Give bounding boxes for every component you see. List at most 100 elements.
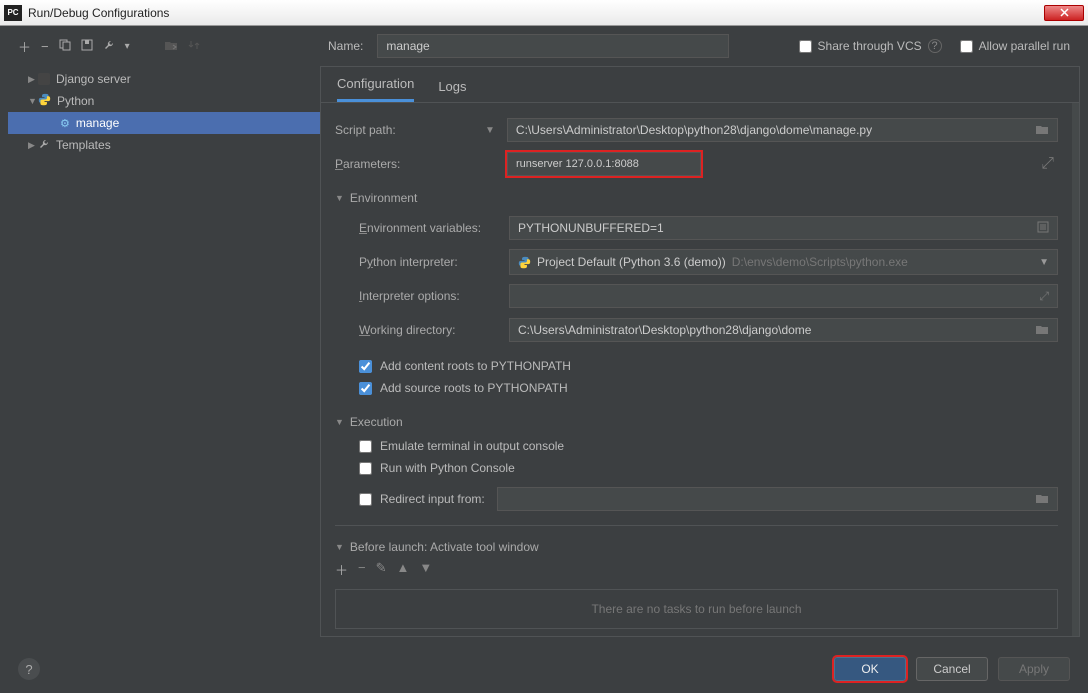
script-path-input[interactable]: C:\Users\Administrator\Desktop\python28\… xyxy=(507,118,1058,142)
chevron-down-icon: ▼ xyxy=(28,96,38,106)
no-tasks-text: There are no tasks to run before launch xyxy=(591,602,801,616)
tree-django-server[interactable]: ▶ Django server xyxy=(8,68,320,90)
folder-icon[interactable] xyxy=(1035,123,1049,138)
tree-label: Templates xyxy=(56,138,111,152)
section-title: Before launch: Activate tool window xyxy=(350,540,539,554)
parameters-value: runserver 127.0.0.1:8088 xyxy=(516,158,639,170)
up-icon: ▲ xyxy=(397,560,410,579)
sort-icon xyxy=(188,39,200,54)
tree-manage[interactable]: ⚙ manage xyxy=(8,112,320,134)
add-content-roots-checkbox[interactable] xyxy=(359,360,372,373)
environment-section[interactable]: ▼ Environment xyxy=(335,191,1058,205)
wrench-icon xyxy=(38,138,50,153)
redirect-input-label: Redirect input from: xyxy=(380,492,485,506)
run-with-console-checkbox[interactable] xyxy=(359,462,372,475)
apply-button[interactable]: Apply xyxy=(998,657,1070,681)
tab-logs[interactable]: Logs xyxy=(438,79,466,102)
section-title: Execution xyxy=(350,415,403,429)
copy-icon[interactable] xyxy=(59,39,71,54)
script-path-label: Script path: xyxy=(335,123,485,137)
execution-section[interactable]: ▼ Execution xyxy=(335,415,1058,429)
script-path-mode-dropdown[interactable]: ▼ xyxy=(485,125,495,136)
script-path-value: C:\Users\Administrator\Desktop\python28\… xyxy=(516,123,872,137)
chevron-right-icon: ▶ xyxy=(28,74,38,85)
before-launch-section[interactable]: ▼ Before launch: Activate tool window xyxy=(335,540,1058,554)
before-launch-toolbar: ＋ − ✎ ▲ ▼ xyxy=(335,560,1058,579)
folder-icon[interactable] xyxy=(1035,492,1049,507)
remove-icon: − xyxy=(358,560,366,579)
share-vcs-box[interactable] xyxy=(799,40,812,53)
workdir-label: Working directory: xyxy=(359,323,509,337)
list-icon[interactable] xyxy=(1037,221,1049,236)
python-icon xyxy=(38,93,51,109)
before-launch-list: There are no tasks to run before launch xyxy=(335,589,1058,629)
env-vars-label: Environment variables: xyxy=(359,221,509,235)
interpreter-name: Project Default (Python 3.6 (demo)) xyxy=(537,255,726,269)
workdir-input[interactable]: C:\Users\Administrator\Desktop\python28\… xyxy=(509,318,1058,342)
env-vars-value: PYTHONUNBUFFERED=1 xyxy=(518,221,664,235)
cancel-button[interactable]: Cancel xyxy=(916,657,988,681)
tab-configuration[interactable]: Configuration xyxy=(337,76,414,102)
close-button[interactable] xyxy=(1044,5,1084,21)
name-input[interactable] xyxy=(377,34,729,58)
interp-opts-label: Interpreter options: xyxy=(359,289,509,303)
interp-opts-input[interactable]: ⤢ xyxy=(509,284,1058,308)
add-icon[interactable]: ＋ xyxy=(335,560,348,579)
scrollbar[interactable] xyxy=(1072,103,1079,636)
add-source-roots-checkbox[interactable] xyxy=(359,382,372,395)
tree-label: Django server xyxy=(56,72,131,86)
expand-icon[interactable]: ⤢ xyxy=(1039,289,1049,304)
content-panel: Configuration Logs Script path: ▼ C:\Use… xyxy=(320,66,1080,637)
dialog-footer: ? OK Cancel Apply xyxy=(0,645,1088,693)
django-icon xyxy=(38,73,50,85)
tab-bar: Configuration Logs xyxy=(321,67,1079,103)
folder-icon[interactable] xyxy=(1035,323,1049,338)
edit-icon: ✎ xyxy=(376,560,387,579)
down-icon: ▼ xyxy=(419,560,432,579)
tree-label: manage xyxy=(76,116,119,130)
toolbar-dropdown-icon[interactable]: ▾ xyxy=(125,41,130,52)
parameters-label: PParameters:arameters: xyxy=(335,157,485,171)
form-area: Script path: ▼ C:\Users\Administrator\De… xyxy=(321,103,1072,636)
workdir-value: C:\Users\Administrator\Desktop\python28\… xyxy=(518,323,811,337)
share-vcs-checkbox[interactable]: Share through VCS ? xyxy=(799,39,942,53)
pycharm-icon: PC xyxy=(4,5,22,21)
help-hint-icon[interactable]: ? xyxy=(928,39,942,53)
tree-templates[interactable]: ▶ Templates xyxy=(8,134,320,156)
emulate-terminal-checkbox[interactable] xyxy=(359,440,372,453)
remove-icon[interactable]: − xyxy=(41,39,49,54)
env-vars-input[interactable]: PYTHONUNBUFFERED=1 xyxy=(509,216,1058,240)
window-title: Run/Debug Configurations xyxy=(28,6,1044,20)
section-title: Environment xyxy=(350,191,417,205)
close-x-icon xyxy=(1060,8,1069,17)
chevron-right-icon: ▶ xyxy=(28,140,38,151)
interpreter-label: Python interpreter: xyxy=(359,255,509,269)
add-content-roots-label: Add content roots to PYTHONPATH xyxy=(380,359,571,373)
dialog-body: ＋ − ▾ Name: Share throu xyxy=(0,26,1088,693)
python-icon xyxy=(518,256,531,269)
save-icon[interactable] xyxy=(81,39,93,54)
redirect-input-checkbox[interactable] xyxy=(359,493,372,506)
parameters-input[interactable]: runserver 127.0.0.1:8088 xyxy=(507,152,701,176)
tree-python[interactable]: ▼ Python xyxy=(8,90,320,112)
share-vcs-label: Share through VCS xyxy=(818,39,922,53)
allow-parallel-box[interactable] xyxy=(960,40,973,53)
help-button[interactable]: ? xyxy=(18,658,40,680)
redirect-input-path[interactable] xyxy=(497,487,1058,511)
chevron-down-icon: ▼ xyxy=(335,193,344,203)
ok-button[interactable]: OK xyxy=(834,657,906,681)
allow-parallel-label: Allow parallel run xyxy=(979,39,1070,53)
chevron-down-icon: ▼ xyxy=(1039,257,1049,268)
sidebar-toolbar: ＋ − ▾ xyxy=(18,37,328,56)
name-label: Name: xyxy=(328,39,363,53)
allow-parallel-checkbox[interactable]: Allow parallel run xyxy=(960,39,1070,53)
chevron-down-icon: ▼ xyxy=(335,417,344,427)
run-with-console-label: Run with Python Console xyxy=(380,461,515,475)
config-tree: ▶ Django server ▼ Python ⚙ manage ▶ xyxy=(8,66,320,637)
folder-move-icon xyxy=(164,39,178,54)
wrench-icon[interactable] xyxy=(103,39,115,54)
expand-icon[interactable]: ⤢ xyxy=(1041,155,1054,173)
add-source-roots-label: Add source roots to PYTHONPATH xyxy=(380,381,568,395)
interpreter-dropdown[interactable]: Project Default (Python 3.6 (demo)) D:\e… xyxy=(509,249,1058,275)
add-icon[interactable]: ＋ xyxy=(18,37,31,56)
